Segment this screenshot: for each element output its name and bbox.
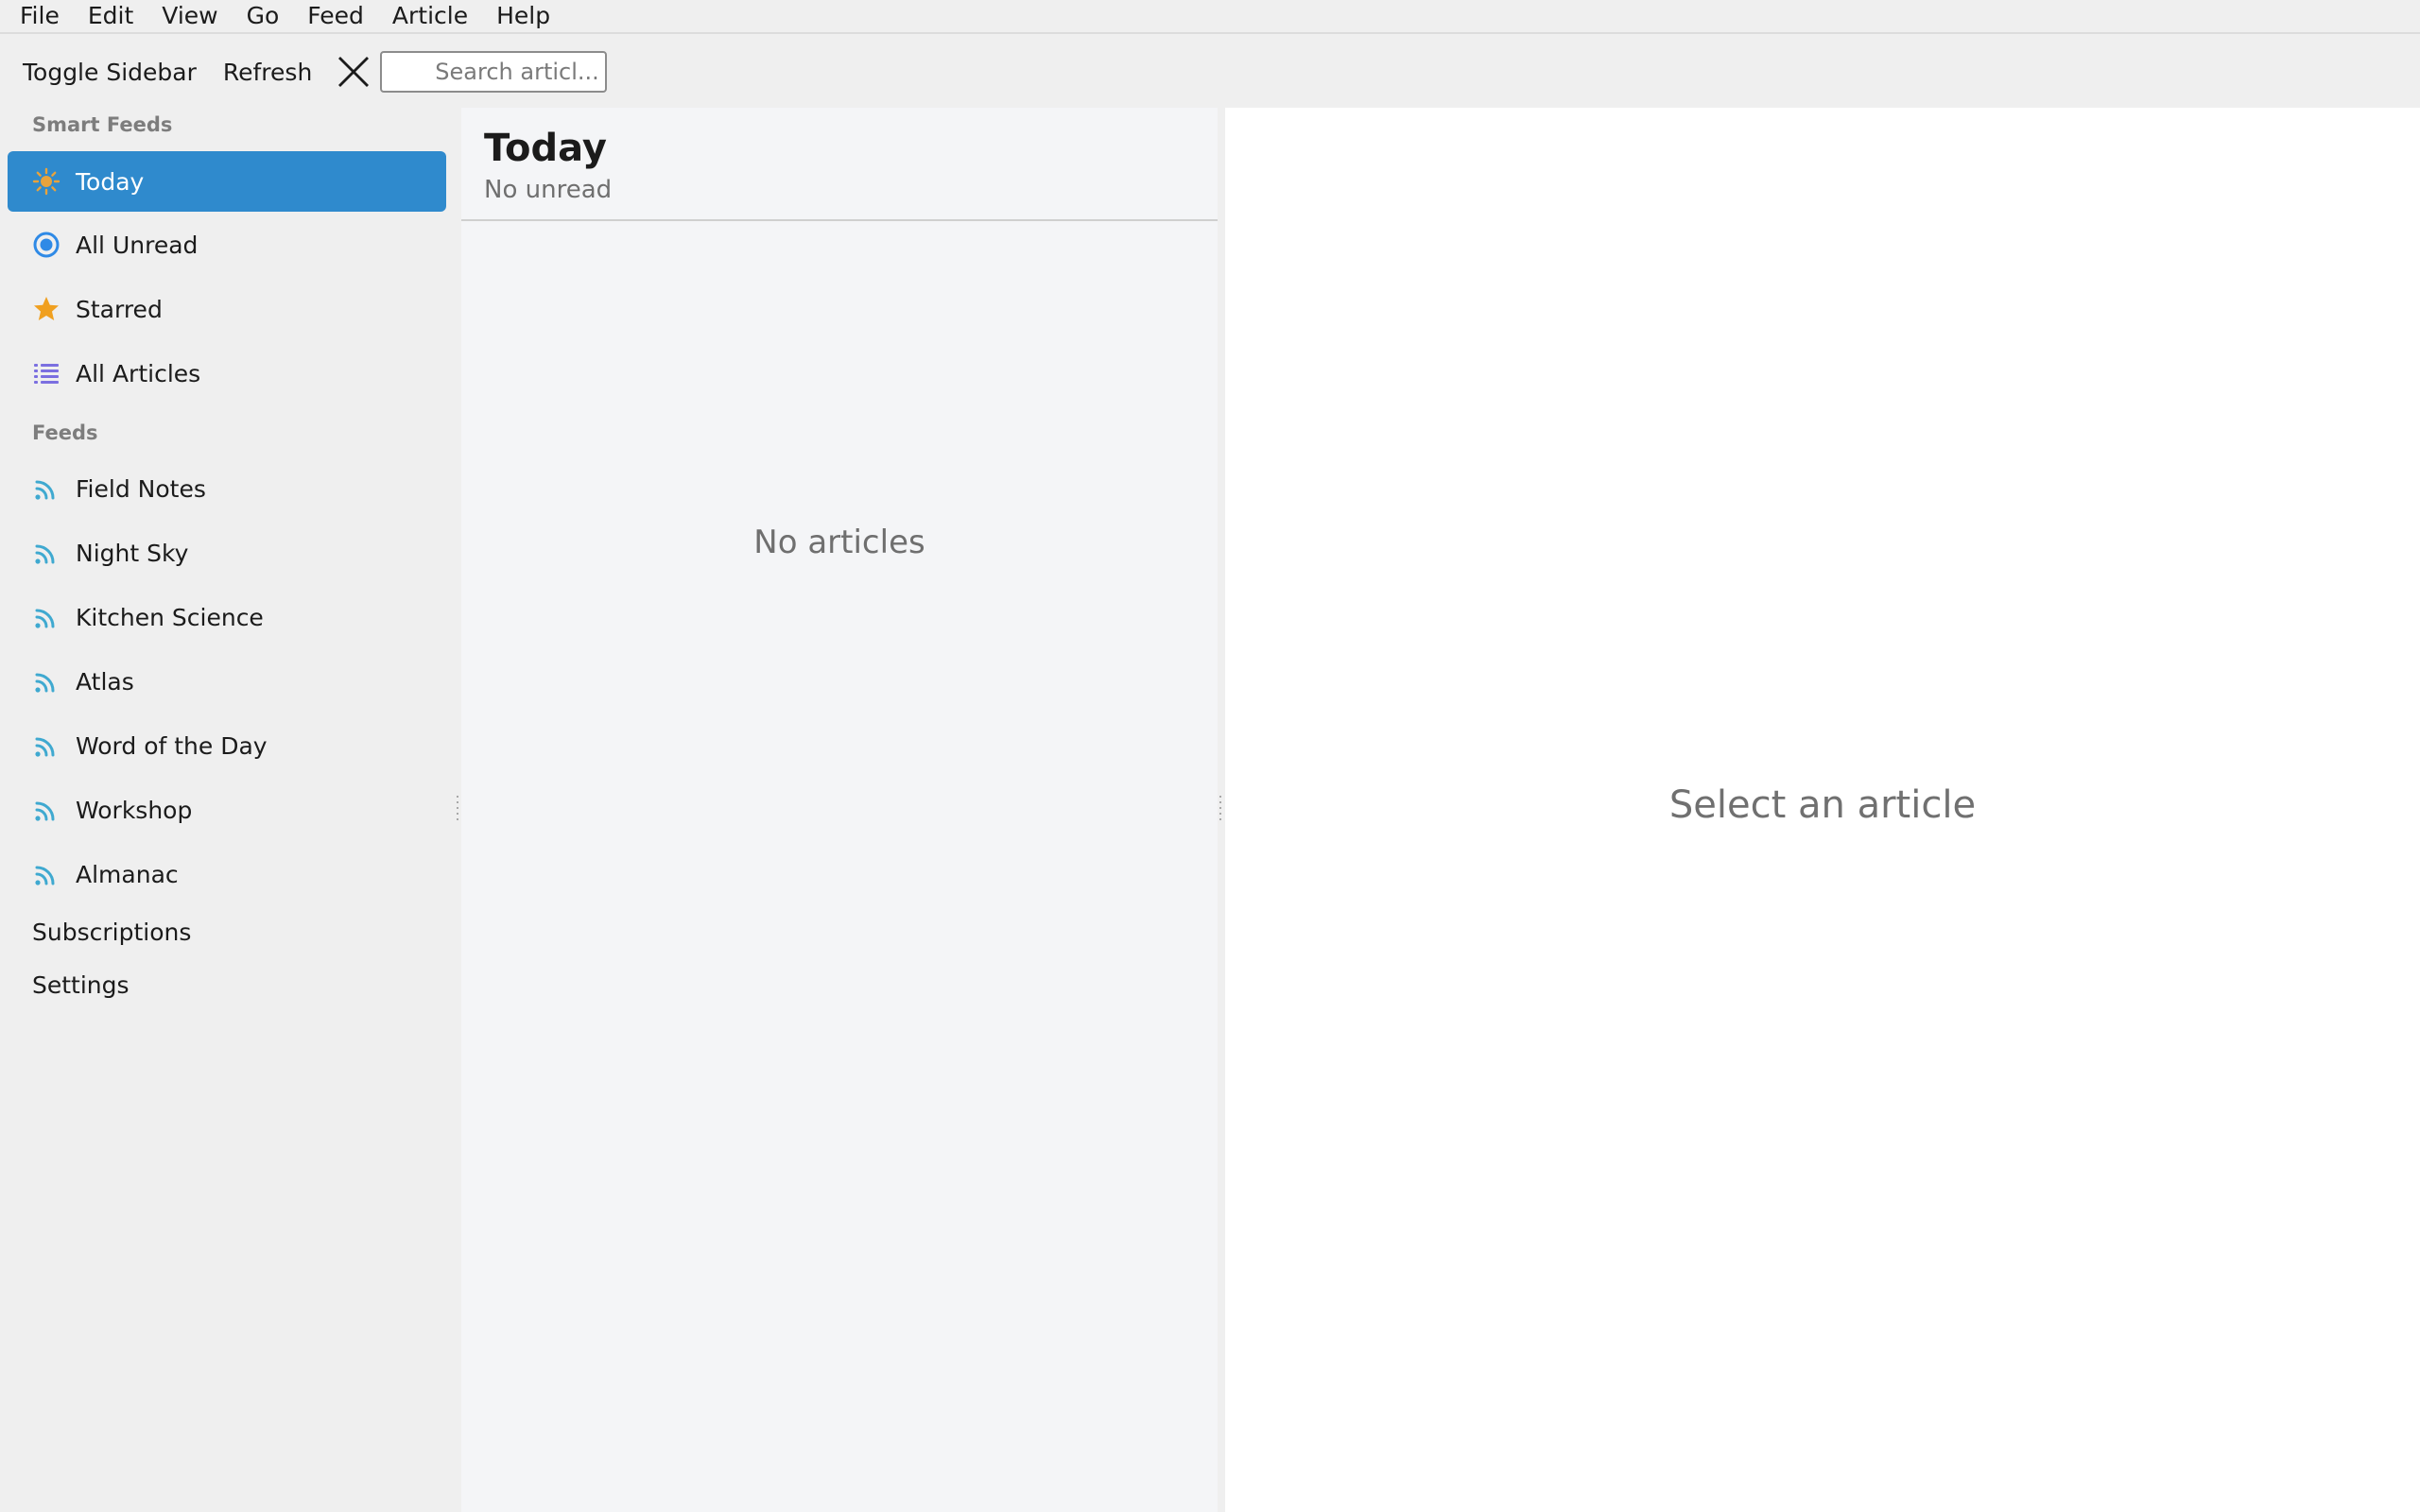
rss-icon xyxy=(32,796,60,824)
search-input[interactable] xyxy=(435,59,606,85)
menu-view[interactable]: View xyxy=(147,0,232,32)
list-icon xyxy=(32,359,60,387)
search-field[interactable] xyxy=(380,51,608,93)
sidebar-item-label: Night Sky xyxy=(76,539,189,567)
menu-edit[interactable]: Edit xyxy=(74,0,147,32)
sidebar-item-starred[interactable]: Starred xyxy=(8,279,446,339)
sidebar-item-label: Starred xyxy=(76,295,163,323)
reader-placeholder: Select an article xyxy=(1668,783,1977,827)
sidebar-item-workshop[interactable]: Workshop xyxy=(8,780,446,840)
sidebar-item-label: Kitchen Science xyxy=(76,603,264,631)
feeds-header: Feeds xyxy=(32,421,98,444)
rss-icon xyxy=(32,603,60,631)
sidebar-item-all-articles[interactable]: All Articles xyxy=(8,343,446,404)
sidebar-item-label: Field Notes xyxy=(76,474,206,503)
settings-link[interactable]: Settings xyxy=(32,971,130,999)
sidebar-item-label: Word of the Day xyxy=(76,731,268,760)
app-window: File Edit View Go Feed Article Help Togg… xyxy=(0,0,2420,1512)
list-splitter-handle[interactable] xyxy=(1219,796,1221,824)
sidebar-item-label: Today xyxy=(76,167,145,196)
page-title: Today xyxy=(484,127,607,170)
menu-go[interactable]: Go xyxy=(233,0,294,32)
menu-file[interactable]: File xyxy=(6,0,74,32)
empty-list-message: No articles xyxy=(753,524,925,561)
sidebar-item-today[interactable]: Today xyxy=(8,151,446,212)
rss-icon xyxy=(32,860,60,888)
rss-icon xyxy=(32,474,60,503)
sidebar-item-kitchen-science[interactable]: Kitchen Science xyxy=(8,587,446,647)
rss-icon xyxy=(32,731,60,760)
menu-bar: File Edit View Go Feed Article Help xyxy=(0,0,2420,34)
article-list-pane: Today No unread No articles xyxy=(461,108,1218,1512)
sidebar-item-night-sky[interactable]: Night Sky xyxy=(8,523,446,583)
menu-help[interactable]: Help xyxy=(482,0,564,32)
clear-search-icon[interactable] xyxy=(329,47,378,96)
sidebar-item-field-notes[interactable]: Field Notes xyxy=(8,458,446,519)
sidebar-item-label: Atlas xyxy=(76,667,134,696)
star-icon xyxy=(32,295,60,323)
subscriptions-link[interactable]: Subscriptions xyxy=(32,919,191,946)
sidebar-item-label: All Articles xyxy=(76,359,201,387)
unread-circle-icon xyxy=(32,231,60,259)
rss-icon xyxy=(32,539,60,567)
sidebar-item-label: Workshop xyxy=(76,796,193,824)
smart-feeds-header: Smart Feeds xyxy=(32,113,173,136)
sidebar-item-label: Almanac xyxy=(76,860,179,888)
reader-pane: Select an article xyxy=(1225,108,2420,1512)
menu-feed[interactable]: Feed xyxy=(293,0,378,32)
sidebar-splitter-handle[interactable] xyxy=(457,796,458,824)
sidebar: Smart Feeds Today All Unread Starred All… xyxy=(0,108,456,1512)
sidebar-item-almanac[interactable]: Almanac xyxy=(8,844,446,904)
sidebar-item-word-of-the-day[interactable]: Word of the Day xyxy=(8,715,446,776)
article-list-header: Today No unread xyxy=(461,108,1218,221)
toolbar: Toggle Sidebar Refresh xyxy=(0,36,2420,108)
sidebar-item-label: All Unread xyxy=(76,231,199,259)
sun-icon xyxy=(32,167,60,196)
unread-count-label: No unread xyxy=(484,176,613,204)
refresh-button[interactable]: Refresh xyxy=(210,53,325,92)
rss-icon xyxy=(32,667,60,696)
menu-article[interactable]: Article xyxy=(378,0,482,32)
toggle-sidebar-button[interactable]: Toggle Sidebar xyxy=(9,53,210,92)
sidebar-item-atlas[interactable]: Atlas xyxy=(8,651,446,712)
sidebar-item-all-unread[interactable]: All Unread xyxy=(8,215,446,275)
